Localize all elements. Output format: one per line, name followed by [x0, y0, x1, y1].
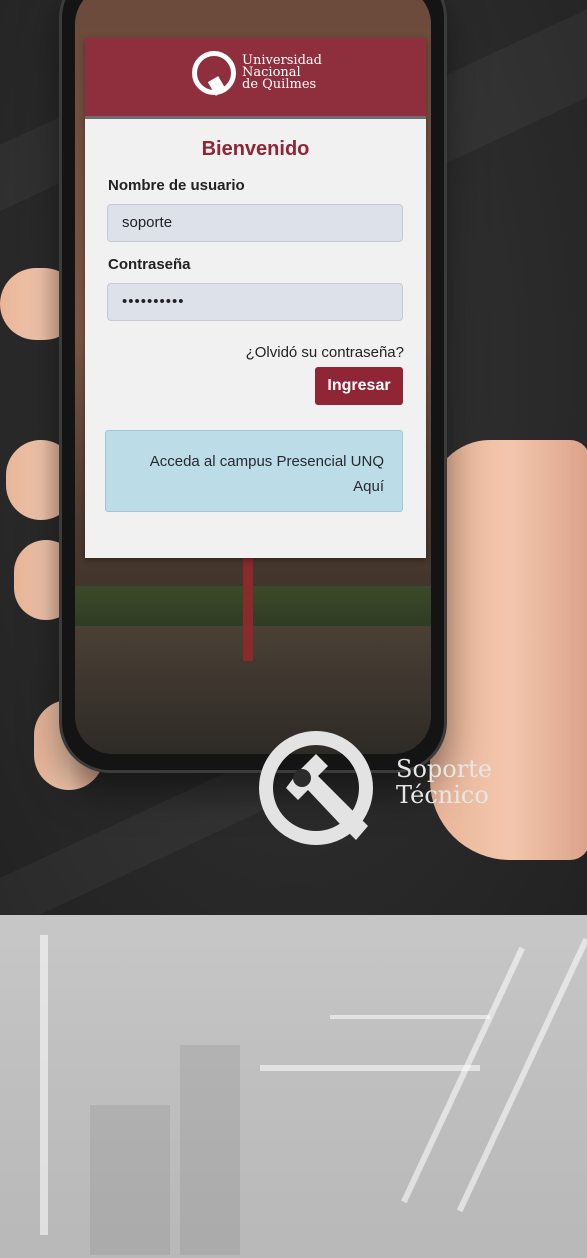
username-field[interactable]: soporte: [107, 204, 403, 242]
university-name: Universidad Nacional de Quilmes: [242, 54, 322, 92]
support-branding-line: Técnico: [396, 781, 489, 809]
password-label: Contraseña: [108, 256, 191, 273]
password-field[interactable]: ••••••••••: [107, 283, 403, 321]
campus-info-box: Acceda al campus Presencial UNQ Aquí: [105, 430, 403, 512]
university-header: Universidad Nacional de Quilmes: [85, 38, 426, 119]
campus-info-text: Acceda al campus Presencial UNQ: [149, 453, 384, 470]
background-post: [243, 546, 253, 661]
page-title: Bienvenido: [201, 138, 310, 160]
background-grass: [75, 586, 431, 631]
login-card: Universidad Nacional de Quilmes Bienveni…: [85, 38, 426, 558]
light-photo-background: [0, 915, 587, 1258]
unq-logo-icon: [192, 51, 236, 95]
username-label: Nombre de usuario: [108, 177, 245, 194]
forgot-password-link[interactable]: ¿Olvidó su contraseña?: [246, 344, 404, 361]
support-branding-line: Soporte: [396, 755, 493, 783]
university-name-line: de Quilmes: [242, 77, 317, 92]
login-button[interactable]: Ingresar: [315, 367, 403, 405]
support-wrench-icon: [259, 731, 373, 845]
campus-link[interactable]: Aquí: [124, 474, 384, 499]
support-branding: Soporte Técnico: [396, 756, 492, 808]
